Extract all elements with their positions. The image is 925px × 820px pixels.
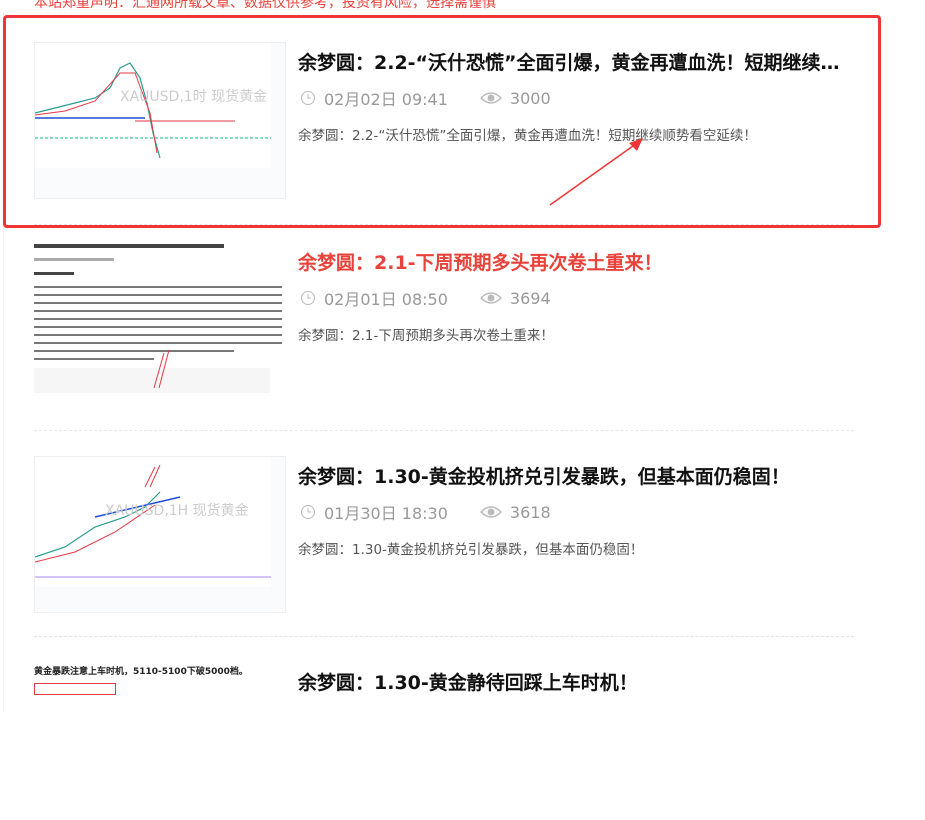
highlight-box-annotation <box>3 15 881 228</box>
thumbnail-watermark: XAUUSD,1H 现货黄金 <box>105 502 249 519</box>
article-title[interactable]: 余梦圆：1.30-黄金投机挤兑引发暴跌，但基本面仍稳固！ <box>298 462 848 489</box>
view-count: 3618 <box>509 502 551 522</box>
chart-thumbnail-image: XAUUSD,1H 现货黄金 <box>35 457 271 587</box>
article-text-thumbnail-image <box>34 244 282 393</box>
article-date: 01月30日 18:30 <box>324 504 448 523</box>
article-thumbnail[interactable] <box>34 238 284 393</box>
divider <box>34 636 854 637</box>
arrow-annotation <box>549 138 643 206</box>
article-summary: 余梦圆：2.1-下周预期多头再次卷土重来！ <box>298 328 554 344</box>
eye-icon <box>479 290 502 306</box>
thumbnail-caption: 黄金暴跌注意上车时机，5110-5100下破5000档。 <box>34 667 248 677</box>
article-item[interactable]: 余梦圆：2.1-下周预期多头再次卷土重来！ 02月01日 08:50 3694 余… <box>34 238 854 400</box>
disclaimer-notice: 本站郑重声明：汇通网所载文章、数据仅供参考，投资有风险，选择需谨慎 <box>34 0 496 11</box>
article-thumbnail[interactable]: XAUUSD,1H 现货黄金 <box>34 456 286 613</box>
eye-icon <box>479 504 502 520</box>
view-count: 3694 <box>509 288 551 308</box>
clock-icon <box>300 290 316 306</box>
article-item[interactable]: 黄金暴跌注意上车时机，5110-5100下破5000档。 余梦圆：1.30-黄金… <box>34 662 854 820</box>
article-date: 02月01日 08:50 <box>324 290 448 309</box>
divider <box>34 430 854 431</box>
article-item[interactable]: XAUUSD,1H 现货黄金 余梦圆：1.30-黄金投机挤兑引发暴跌，但基本面仍… <box>34 456 854 614</box>
clock-icon <box>300 504 316 520</box>
article-thumbnail[interactable]: 黄金暴跌注意上车时机，5110-5100下破5000档。 <box>34 662 284 817</box>
thumbnail-highlight-box <box>34 683 116 695</box>
article-title[interactable]: 余梦圆：2.1-下周预期多头再次卷土重来！ <box>298 248 848 275</box>
article-summary: 余梦圆：1.30-黄金投机挤兑引发暴跌，但基本面仍稳固！ <box>298 542 644 558</box>
article-title[interactable]: 余梦圆：1.30-黄金静待回踩上车时机！ <box>298 668 848 695</box>
